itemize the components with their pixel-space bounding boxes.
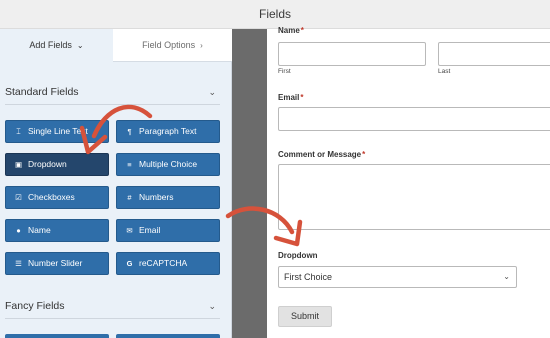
field-button-label: Checkboxes — [28, 192, 75, 202]
email-input[interactable] — [278, 107, 550, 131]
field-button-label: Paragraph Text — [139, 126, 197, 136]
field-button-recaptcha[interactable]: GreCAPTCHA — [116, 252, 220, 275]
submit-button[interactable]: Submit — [278, 306, 332, 327]
field-button-checkboxes[interactable]: ☑ Checkboxes — [5, 186, 109, 209]
hash-icon: # — [127, 193, 132, 202]
field-button-numbers[interactable]: # Numbers — [116, 186, 220, 209]
required-mark: * — [300, 93, 304, 102]
user-icon: ● — [16, 226, 21, 235]
field-button-label: Name — [28, 225, 51, 235]
field-button-label: Numbers — [139, 192, 174, 202]
field-button-label: reCAPTCHA — [139, 258, 188, 268]
required-mark: * — [300, 26, 304, 35]
form-builder-window: Fields Add Fields ⌄ Field Options › Standa… — [0, 0, 550, 338]
top-bar: Fields — [0, 0, 550, 29]
name-label-text: Name — [278, 26, 300, 35]
chevron-down-icon: ⌄ — [208, 301, 216, 311]
list-icon: ≡ — [127, 160, 132, 169]
field-button-label: Number Slider — [28, 258, 83, 268]
tab-field-options-label: Field Options — [142, 40, 196, 50]
pilcrow-icon: ¶ — [127, 127, 132, 136]
tab-field-options[interactable]: Field Options › — [113, 29, 232, 62]
checkbox-icon: ☑ — [15, 193, 22, 202]
name-field-label: Name* — [278, 26, 304, 35]
field-button-number-slider[interactable]: ☰ Number Slider — [5, 252, 109, 275]
chevron-down-icon: ⌄ — [503, 272, 510, 281]
dropdown-selected-value: First Choice — [284, 272, 333, 282]
field-button-label: Dropdown — [28, 159, 67, 169]
comment-textarea[interactable] — [278, 164, 550, 230]
last-sublabel: Last — [438, 68, 451, 75]
page-title: Fields — [258, 7, 291, 21]
sidebar-tabs: Add Fields ⌄ Field Options › — [0, 29, 232, 62]
fields-sidebar: Add Fields ⌄ Field Options › Standard Fiel… — [0, 29, 232, 338]
tab-add-fields-label: Add Fields — [29, 40, 72, 50]
chevron-down-icon: ⌄ — [76, 41, 84, 50]
email-field-label: Email* — [278, 93, 303, 102]
field-button-email[interactable]: ✉ Email — [116, 219, 220, 242]
dropdown-icon: ▣ — [14, 160, 23, 169]
standard-fields-label: Standard Fields — [5, 86, 79, 98]
required-mark: * — [362, 150, 366, 159]
field-button-name[interactable]: ● Name — [5, 219, 109, 242]
tab-add-fields[interactable]: Add Fields ⌄ — [0, 29, 113, 62]
envelope-icon: ✉ — [126, 226, 133, 235]
dropdown-select[interactable]: First Choice ⌄ — [278, 266, 517, 288]
panel-divider — [232, 29, 267, 338]
last-name-input[interactable] — [438, 42, 550, 66]
field-button-label: Email — [139, 225, 161, 235]
chevron-down-icon: ⌄ — [208, 87, 216, 97]
field-button-partial[interactable] — [5, 334, 109, 338]
first-sublabel: First — [278, 68, 291, 75]
field-button-multiple-choice[interactable]: ≡ Multiple Choice — [116, 153, 220, 176]
text-cursor-icon: ⌶ — [16, 127, 21, 136]
field-button-label: Multiple Choice — [139, 159, 198, 169]
chevron-right-icon: › — [200, 41, 203, 50]
standard-fields-header[interactable]: Standard Fields ⌄ — [5, 79, 220, 105]
email-label-text: Email — [278, 93, 300, 102]
comment-field-label: Comment or Message* — [278, 150, 365, 159]
slider-icon: ☰ — [15, 259, 22, 268]
dropdown-field-label: Dropdown — [278, 251, 318, 260]
field-button-partial[interactable] — [116, 334, 220, 338]
fancy-fields-header[interactable]: Fancy Fields ⌄ — [5, 293, 220, 319]
form-preview: Name* First Last Email* Comment or Messa… — [267, 26, 550, 338]
field-button-paragraph-text[interactable]: ¶ Paragraph Text — [116, 120, 220, 143]
field-button-dropdown[interactable]: ▣ Dropdown — [5, 153, 109, 176]
field-button-label: Single Line Text — [28, 126, 88, 136]
first-name-input[interactable] — [278, 42, 426, 66]
google-icon: G — [126, 259, 133, 268]
comment-label-text: Comment or Message — [278, 150, 362, 159]
fancy-fields-label: Fancy Fields — [5, 300, 65, 312]
field-button-single-line-text[interactable]: ⌶ Single Line Text — [5, 120, 109, 143]
